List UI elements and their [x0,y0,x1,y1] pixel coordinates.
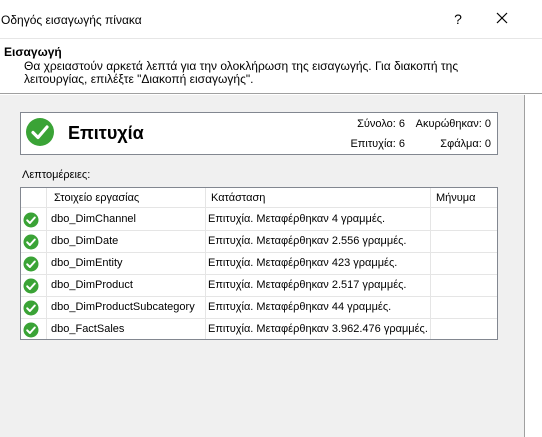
column-header-item[interactable]: Στοιχείο εργασίας [54,192,139,204]
row-item-name: dbo_FactSales [51,323,125,335]
row-item-name: dbo_DimDate [51,235,119,247]
success-check-icon [23,212,39,228]
success-check-icon [23,256,39,272]
column-header-status[interactable]: Κατάσταση [211,192,265,204]
cancelled-count: Ακυρώθηκαν: 0 [415,118,491,130]
success-count: Επιτυχία: 6 [350,138,405,150]
error-count: Σφάλμα: 0 [440,138,491,150]
summary-panel: Επιτυχία Σύνολο: 6 Ακυρώθηκαν: 0 Επιτυχί… [20,112,498,155]
table-row[interactable]: dbo_DimProduct Επιτυχία. Μεταφέρθηκαν 2.5… [21,275,497,297]
row-status: Επιτυχία. Μεταφέρθηκαν 44 γραμμές. [208,301,392,313]
success-check-icon [26,118,54,146]
column-header-message[interactable]: Μήνυμα [436,192,476,204]
row-status: Επιτυχία. Μεταφέρθηκαν 423 γραμμές. [208,257,398,269]
row-status: Επιτυχία. Μεταφέρθηκαν 2.517 γραμμές. [208,279,407,291]
success-check-icon [23,278,39,294]
title-bar: Οδηγός εισαγωγής πίνακα ? [0,0,542,39]
row-status: Επιτυχία. Μεταφέρθηκαν 2.556 γραμμές. [208,235,407,247]
help-button[interactable]: ? [448,8,468,30]
total-count: Σύνολο: 6 [357,118,405,130]
grid-header: Στοιχείο εργασίας Κατάσταση Μήνυμα [21,188,497,208]
summary-status: Επιτυχία [68,123,144,143]
close-icon [496,12,508,24]
details-label: Λεπτομέρειες: [22,169,91,181]
table-row[interactable]: dbo_DimEntity Επιτυχία. Μεταφέρθηκαν 423 … [21,253,497,275]
table-row[interactable]: dbo_DimDate Επιτυχία. Μεταφέρθηκαν 2.556 … [21,231,497,253]
wizard-header: Εισαγωγή Θα χρειαστούν αρκετά λεπτά για … [0,40,542,94]
close-button[interactable] [490,8,514,30]
window-title: Οδηγός εισαγωγής πίνακα [1,13,142,27]
row-item-name: dbo_DimEntity [51,257,123,269]
table-row[interactable]: dbo_DimProductSubcategory Επιτυχία. Μεταφ… [21,297,497,319]
row-status: Επιτυχία. Μεταφέρθηκαν 3.962.476 γραμμές… [208,323,428,335]
success-check-icon [23,322,39,338]
row-item-name: dbo_DimChannel [51,213,136,225]
row-item-name: dbo_DimProductSubcategory [51,301,195,313]
page-title: Εισαγωγή [4,45,62,59]
details-grid[interactable]: Στοιχείο εργασίας Κατάσταση Μήνυμα dbo_D… [20,187,498,340]
success-check-icon [23,300,39,316]
page-description: Θα χρειαστούν αρκετά λεπτά για την ολοκλ… [24,59,459,86]
table-row[interactable]: dbo_DimChannel Επιτυχία. Μεταφέρθηκαν 4 γ… [21,209,497,231]
row-status: Επιτυχία. Μεταφέρθηκαν 4 γραμμές. [208,213,386,225]
row-item-name: dbo_DimProduct [51,279,133,291]
table-row[interactable]: dbo_FactSales Επιτυχία. Μεταφέρθηκαν 3.96… [21,319,497,339]
right-edge [524,95,542,437]
success-check-icon [23,234,39,250]
